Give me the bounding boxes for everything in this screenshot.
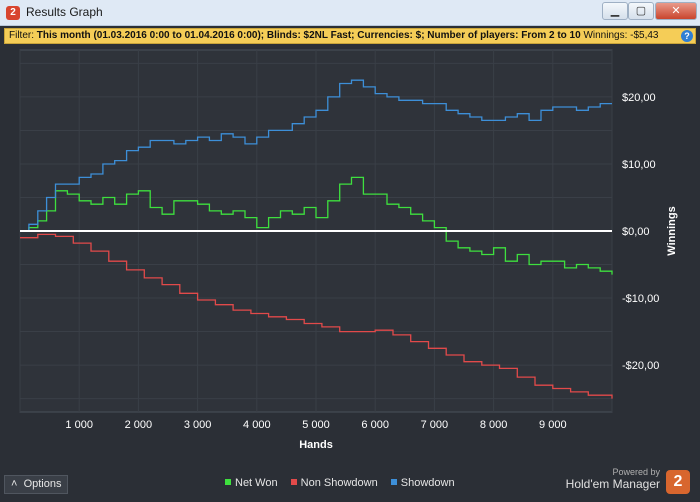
x-tick-label: 5 000 xyxy=(302,419,330,431)
x-tick-label: 3 000 xyxy=(184,419,212,431)
brand-name: Hold'em Manager xyxy=(565,477,660,491)
filter-winnings: Winnings: -$5,43 xyxy=(580,30,659,41)
options-label: Options xyxy=(23,478,62,490)
y-tick-label: -$10,00 xyxy=(622,293,659,305)
close-button[interactable]: ✕ xyxy=(655,2,697,20)
x-tick-label: 8 000 xyxy=(480,419,508,431)
filter-bar[interactable]: Filter: This month (01.03.2016 0:00 to 0… xyxy=(4,28,696,44)
y-tick-label: $10,00 xyxy=(622,159,656,171)
powered-by-label: Powered by xyxy=(612,467,660,477)
brand-block: Powered by Hold'em Manager xyxy=(566,467,660,491)
legend-swatch xyxy=(390,479,397,485)
x-tick-label: 9 000 xyxy=(539,419,567,431)
legend-swatch xyxy=(225,479,231,485)
chevron-up-icon: ˄ xyxy=(11,478,18,490)
filter-text: This month (01.03.2016 0:00 to 01.04.201… xyxy=(34,30,581,41)
x-tick-label: 7 000 xyxy=(421,419,449,431)
y-tick-label: $20,00 xyxy=(622,92,656,104)
legend: Net Won Non Showdown Showdown xyxy=(225,477,465,489)
x-axis-label: Hands xyxy=(299,439,333,451)
options-button[interactable]: ˄ Options xyxy=(4,475,68,494)
legend-swatch xyxy=(290,479,297,485)
window-title: Results Graph xyxy=(26,5,103,19)
title-bar: 2 Results Graph ▁ ▢ ✕ xyxy=(0,0,700,26)
x-tick-label: 2 000 xyxy=(125,419,153,431)
brand-logo-icon: 2 xyxy=(666,470,690,494)
y-tick-label: $0,00 xyxy=(622,226,650,238)
results-chart: 1 000 2 000 3 000 4 000 5 000 6 000 7 000 8 000… xyxy=(0,44,700,464)
maximize-button[interactable]: ▢ xyxy=(628,2,654,20)
x-axis-ticks: 1 000 2 000 3 000 4 000 5 000 6 000 7 000 8 000… xyxy=(65,419,566,431)
app-logo-icon: 2 xyxy=(6,6,20,20)
x-tick-label: 1 000 xyxy=(65,419,93,431)
y-axis-label: Winnings xyxy=(666,206,678,255)
legend-label: Net Won xyxy=(235,477,278,489)
legend-label: Non Showdown xyxy=(300,477,378,489)
x-tick-label: 6 000 xyxy=(361,419,389,431)
y-tick-label: -$20,00 xyxy=(622,360,659,372)
help-icon[interactable]: ? xyxy=(681,30,693,42)
legend-label: Showdown xyxy=(400,477,455,489)
legend-item-net-won[interactable]: Net Won xyxy=(225,477,278,489)
filter-label: Filter: xyxy=(9,30,34,41)
x-tick-label: 4 000 xyxy=(243,419,271,431)
legend-item-showdown[interactable]: Showdown xyxy=(390,477,455,489)
minimize-button[interactable]: ▁ xyxy=(602,2,628,20)
legend-item-non-showdown[interactable]: Non Showdown xyxy=(290,477,378,489)
